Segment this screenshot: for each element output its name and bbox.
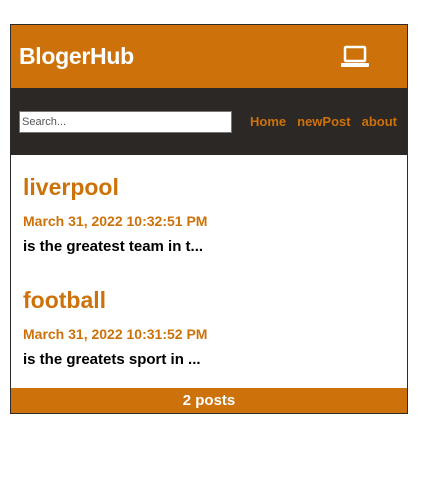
post-title[interactable]: football bbox=[23, 287, 395, 313]
brand-logo[interactable]: BlogerHub bbox=[19, 43, 134, 70]
nav-link-about[interactable]: about bbox=[362, 114, 397, 129]
nav-link-home[interactable]: Home bbox=[250, 114, 286, 129]
post-excerpt: is the greatest team in t... bbox=[23, 238, 204, 255]
laptop-icon bbox=[341, 45, 369, 67]
nav-link-new-post[interactable]: newPost bbox=[297, 114, 350, 129]
app-frame: BlogerHub Home newPost about liverpool M… bbox=[10, 24, 408, 414]
navbar: Home newPost about bbox=[11, 88, 407, 155]
post-item: liverpool March 31, 2022 10:32:51 PM is … bbox=[23, 174, 395, 257]
header: BlogerHub bbox=[11, 25, 407, 88]
post-excerpt: is the greatets sport in ... bbox=[23, 351, 201, 368]
post-date: March 31, 2022 10:32:51 PM bbox=[23, 213, 208, 229]
post-title[interactable]: liverpool bbox=[23, 174, 395, 200]
nav-links: Home newPost about bbox=[250, 114, 397, 129]
post-list: liverpool March 31, 2022 10:32:51 PM is … bbox=[11, 155, 407, 370]
post-item: football March 31, 2022 10:31:52 PM is t… bbox=[23, 287, 395, 370]
post-count-footer: 2 posts bbox=[11, 388, 407, 413]
search-input[interactable] bbox=[19, 110, 232, 133]
post-date: March 31, 2022 10:31:52 PM bbox=[23, 326, 208, 342]
